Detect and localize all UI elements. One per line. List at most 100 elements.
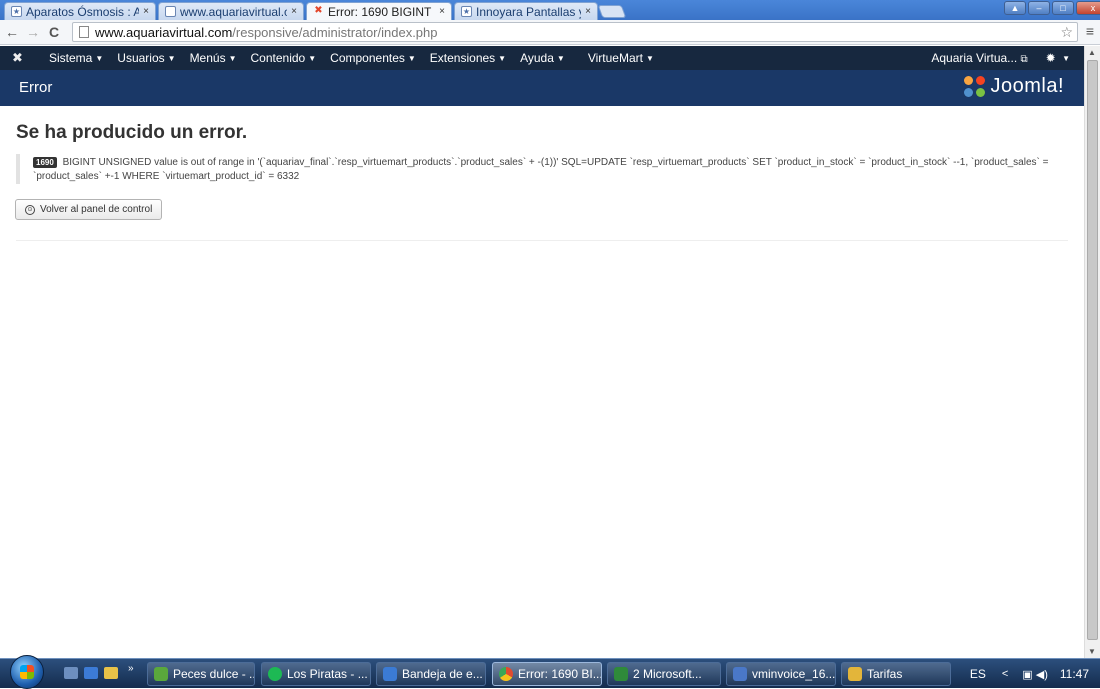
network-volume-icon[interactable]: ▣ ◀)	[1022, 668, 1048, 681]
minimize-button[interactable]: –	[1028, 1, 1050, 15]
dashboard-icon: ⊙	[25, 204, 35, 215]
url-host: www.aquariavirtual.com	[95, 24, 233, 40]
new-tab-button[interactable]	[597, 5, 627, 18]
menu-usuarios[interactable]: Usuarios ▼	[117, 51, 175, 65]
menu-contenido[interactable]: Contenido ▼	[251, 51, 317, 65]
taskbar-item-bandeja[interactable]: Bandeja de e...	[376, 662, 486, 686]
scrollbar-thumb[interactable]	[1087, 60, 1098, 640]
menu-label: VirtueMart	[587, 51, 643, 65]
back-button[interactable]: ←	[3, 24, 21, 40]
joomla-logo-icon	[964, 75, 986, 98]
page-icon	[79, 26, 89, 38]
menu-label: Componentes	[330, 51, 405, 65]
bookmark-star-icon[interactable]: ☆	[1060, 24, 1073, 41]
tab-aquariavirtual[interactable]: www.aquariavirtual.c ×	[158, 2, 304, 20]
tab-aparatos-osmosis[interactable]: ★ Aparatos Ósmosis : A ×	[4, 2, 156, 20]
error-message-box: 1690 BIGINT UNSIGNED value is out of ran…	[16, 154, 1068, 184]
site-link[interactable]: Aquaria Virtua... ⧉	[931, 51, 1027, 65]
folder-quicklaunch-icon[interactable]	[104, 667, 118, 679]
taskbar-item-peces-dulce[interactable]: Peces dulce - ...	[147, 662, 255, 686]
mail-icon	[383, 667, 397, 681]
tab-close-icon[interactable]: ×	[291, 6, 297, 17]
reload-button[interactable]: C	[45, 24, 63, 40]
caret-down-icon: ▼	[228, 54, 237, 64]
quicklaunch-more-icon[interactable]: »	[128, 663, 134, 674]
forward-button[interactable]: →	[24, 24, 42, 40]
maximize-button[interactable]: □	[1052, 1, 1074, 15]
user-icon[interactable]: ▲	[1004, 1, 1026, 15]
tab-close-icon[interactable]: ×	[585, 6, 591, 17]
show-desktop-icon[interactable]	[64, 667, 78, 679]
browser-toolbar: ← → C www.aquariavirtual.com/responsive/…	[0, 20, 1100, 45]
language-indicator[interactable]: ES	[970, 667, 986, 681]
app-icon	[154, 667, 168, 681]
error-code-badge: 1690	[33, 157, 57, 168]
error-heading: Se ha producido un error.	[16, 122, 248, 143]
menu-label: Ayuda	[520, 51, 554, 65]
settings-dropdown[interactable]: ✹ ▼	[1046, 51, 1070, 65]
site-link-label: Aquaria Virtua...	[931, 51, 1018, 65]
task-label: vminvoice_16...	[752, 667, 836, 681]
menu-label: Extensiones	[429, 51, 496, 65]
tab-title: www.aquariavirtual.c	[180, 4, 288, 19]
taskbar-item-chrome-error[interactable]: Error: 1690 BI...	[492, 662, 602, 686]
explorer-quicklaunch-icon[interactable]	[84, 667, 98, 679]
tab-close-icon[interactable]: ×	[143, 6, 149, 17]
menu-componentes[interactable]: Componentes ▼	[330, 51, 416, 65]
task-label: Tarifas	[867, 667, 903, 681]
scroll-down-arrow-icon[interactable]: ▼	[1088, 647, 1096, 656]
scroll-up-arrow-icon[interactable]: ▲	[1088, 48, 1096, 57]
star-favicon-icon: ★	[11, 6, 22, 17]
window-controls: ▲ – □ x	[1004, 1, 1100, 17]
vertical-scrollbar[interactable]: ▲ ▼	[1084, 46, 1100, 658]
taskbar-item-los-piratas[interactable]: Los Piratas - ...	[261, 662, 371, 686]
page-favicon-icon	[165, 6, 176, 17]
menu-label: Usuarios	[117, 51, 165, 65]
caret-down-icon: ▼	[645, 54, 654, 64]
taskbar-item-tarifas[interactable]: Tarifas	[841, 662, 951, 686]
taskbar-item-vminvoice[interactable]: vminvoice_16...	[726, 662, 836, 686]
caret-down-icon: ▼	[95, 54, 104, 64]
taskbar-item-microsoft[interactable]: 2 Microsoft...	[607, 662, 721, 686]
start-button[interactable]	[10, 655, 44, 689]
chrome-icon	[499, 667, 513, 681]
url-path: /responsive/administrator/index.php	[232, 24, 438, 40]
task-label: 2 Microsoft...	[633, 667, 702, 681]
menu-extensiones[interactable]: Extensiones ▼	[430, 51, 506, 65]
task-label: Error: 1690 BI...	[518, 667, 602, 681]
page-header: Error Joomla!	[0, 70, 1084, 106]
task-label: Peces dulce - ...	[173, 667, 255, 681]
menu-ayuda[interactable]: Ayuda ▼	[520, 51, 565, 65]
caret-down-icon: ▼	[556, 54, 565, 64]
joomla-brand: Joomla!	[964, 75, 1064, 98]
close-window-button[interactable]: x	[1076, 1, 1100, 15]
joomla-logo-icon[interactable]: ✖	[12, 50, 36, 66]
star-favicon-icon: ★	[461, 6, 472, 17]
gear-icon: ✹	[1045, 51, 1056, 65]
caret-down-icon: ▼	[1062, 54, 1070, 64]
menu-menus[interactable]: Menús ▼	[190, 51, 237, 65]
back-button-label: Volver al panel de control	[40, 204, 153, 215]
image-icon	[733, 667, 747, 681]
tab-close-icon[interactable]: ×	[439, 6, 445, 17]
windows-logo-icon	[20, 665, 34, 679]
windows-taskbar: » Peces dulce - ... Los Piratas - ... Ba…	[0, 655, 1100, 689]
tab-title: Error: 1690 BIGINT UI	[328, 4, 436, 19]
tab-innoyara[interactable]: ★ Innoyara Pantallas y ×	[454, 2, 598, 20]
menu-sistema[interactable]: Sistema ▼	[49, 51, 103, 65]
tab-error-1690[interactable]: ✖ Error: 1690 BIGINT UI ×	[306, 2, 452, 20]
caret-down-icon: ▼	[498, 54, 507, 64]
external-link-icon: ⧉	[1020, 54, 1028, 65]
menu-virtuemart[interactable]: VirtueMart ▼	[588, 51, 654, 65]
browser-menu-icon[interactable]: ≡	[1086, 23, 1094, 39]
joomla-wordmark: Joomla!	[990, 75, 1064, 97]
menu-label: Contenido	[250, 51, 306, 65]
excel-icon	[614, 667, 628, 681]
joomla-favicon-icon: ✖	[314, 5, 323, 16]
back-to-control-panel-button[interactable]: ⊙ Volver al panel de control	[15, 199, 163, 220]
clock[interactable]: 11:47	[1060, 667, 1089, 681]
caret-down-icon: ▼	[308, 54, 317, 64]
tab-title: Innoyara Pantallas y	[476, 4, 582, 19]
show-hidden-icons-arrow-icon[interactable]: <	[1002, 668, 1008, 680]
address-bar[interactable]: www.aquariavirtual.com/responsive/admini…	[72, 22, 1078, 42]
